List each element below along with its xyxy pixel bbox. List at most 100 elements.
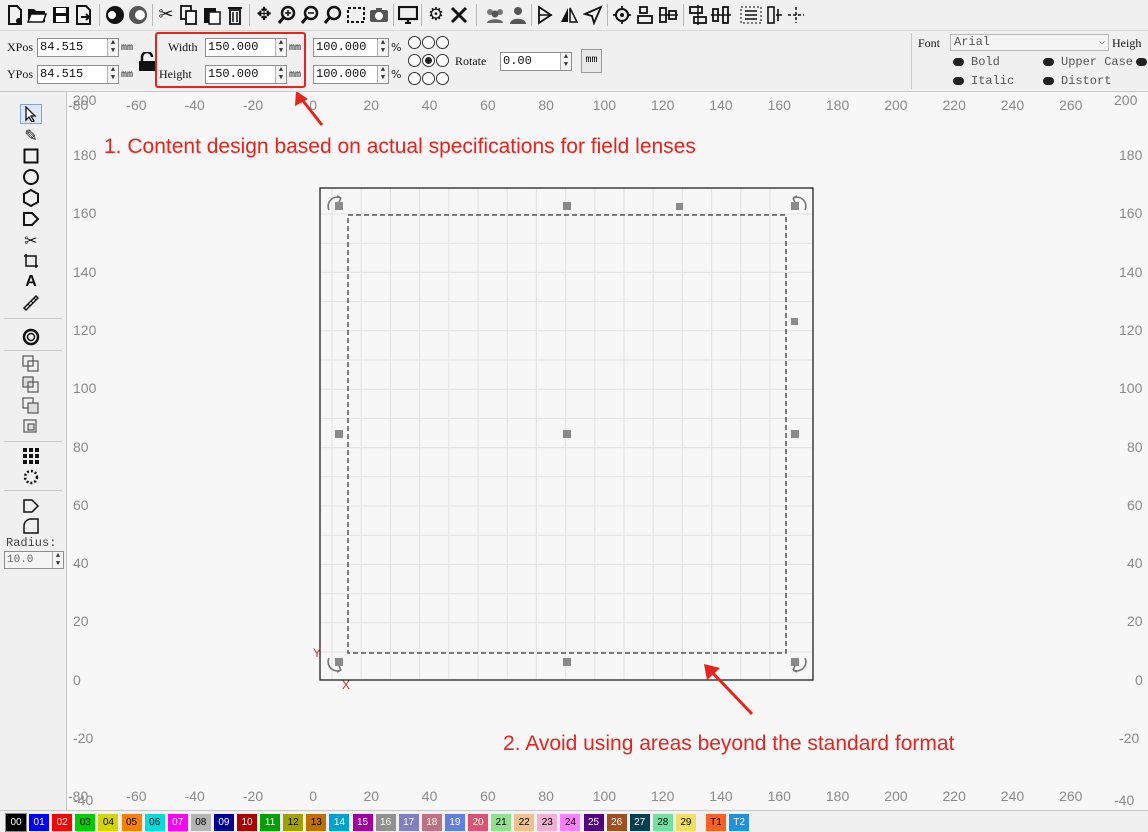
rotate-input[interactable]: 0.00 ▲ ▼ xyxy=(500,52,572,71)
palette-swatch-24[interactable]: 24 xyxy=(560,814,581,831)
new-file-icon[interactable] xyxy=(4,3,26,27)
grid-split-icon[interactable] xyxy=(764,3,786,27)
group-users-icon[interactable] xyxy=(484,3,506,27)
palette-swatch-28[interactable]: 28 xyxy=(652,814,673,831)
scale-x-input[interactable]: 100.000 ▲ ▼ xyxy=(313,38,389,57)
ypos-input[interactable]: 84.515 ▲ ▼ xyxy=(37,65,119,84)
palette-swatch-00[interactable]: 00 xyxy=(5,813,27,832)
palette-swatch-17[interactable]: 17 xyxy=(398,814,419,831)
ref-point-middle-left[interactable] xyxy=(408,54,421,67)
palette-swatch-04[interactable]: 04 xyxy=(98,814,119,831)
ref-point-bottom-left[interactable] xyxy=(408,72,421,85)
align-b-icon[interactable] xyxy=(657,3,679,27)
open-folder-icon[interactable] xyxy=(26,3,48,27)
palette-swatch-18[interactable]: 18 xyxy=(421,814,442,831)
palette-swatch-15[interactable]: 15 xyxy=(352,814,373,831)
palette-swatch-20[interactable]: 20 xyxy=(468,814,488,831)
radius-input[interactable]: 10.0 ▲ ▼ xyxy=(4,551,64,569)
distort-toggle[interactable] xyxy=(1043,77,1054,85)
array-tool-icon[interactable] xyxy=(20,446,42,466)
zoom-in-icon[interactable] xyxy=(276,3,298,27)
circle-dark-icon[interactable] xyxy=(104,3,126,27)
tools-icon[interactable] xyxy=(448,3,470,27)
pen-tool-icon[interactable]: ✎ xyxy=(20,125,42,145)
monitor-icon[interactable] xyxy=(397,3,419,27)
polygon-tool-icon[interactable] xyxy=(20,188,42,208)
crop-tool-icon[interactable] xyxy=(20,251,42,271)
camera-icon[interactable] xyxy=(368,3,390,27)
palette-swatch-29[interactable]: 29 xyxy=(675,814,696,831)
node-edit-icon[interactable] xyxy=(738,3,764,27)
width-input[interactable]: 150.000 ▲ ▼ xyxy=(205,38,287,57)
exclude-tool-icon[interactable] xyxy=(20,417,42,437)
ellipse-tool-icon[interactable] xyxy=(20,167,42,187)
select-rect-icon[interactable] xyxy=(345,3,367,27)
italic-toggle[interactable] xyxy=(953,77,964,85)
bold-toggle[interactable] xyxy=(953,58,964,66)
scale-y-spinner-arrows[interactable]: ▲ ▼ xyxy=(377,66,388,83)
palette-swatch-21[interactable]: 21 xyxy=(491,814,512,831)
rotate-spinner-arrows[interactable]: ▲ ▼ xyxy=(560,53,571,70)
zoom-window-icon[interactable] xyxy=(322,3,344,27)
ref-point-middle-right[interactable] xyxy=(436,54,449,67)
corner-tool-icon[interactable] xyxy=(20,495,42,515)
measure-tool-icon[interactable] xyxy=(20,293,42,313)
ref-point-bottom-center[interactable] xyxy=(422,72,435,85)
palette-swatch-22[interactable]: 22 xyxy=(514,814,535,831)
intersect-tool-icon[interactable] xyxy=(20,396,42,416)
palette-swatch-06[interactable]: 06 xyxy=(144,814,165,831)
scissors-tool-icon[interactable]: ✂ xyxy=(20,230,42,250)
union-tool-icon[interactable] xyxy=(20,354,42,374)
copy-icon[interactable] xyxy=(178,3,200,27)
palette-swatch-27[interactable]: 27 xyxy=(629,814,650,831)
target-icon[interactable] xyxy=(611,3,633,27)
zoom-out-icon[interactable] xyxy=(299,3,321,27)
palette-swatch-11[interactable]: 11 xyxy=(260,814,281,831)
rectangle-tool-icon[interactable] xyxy=(20,146,42,166)
distribute-b-icon[interactable] xyxy=(710,3,732,27)
paste-icon[interactable] xyxy=(201,3,223,27)
palette-swatch-14[interactable]: 14 xyxy=(329,814,350,831)
palette-swatch-10[interactable]: 10 xyxy=(237,814,257,831)
lock-ratio-icon[interactable] xyxy=(138,50,156,76)
circle-half-icon[interactable] xyxy=(127,3,149,27)
design-canvas[interactable]: -80 -60 -40 -20 0 20 40 60 80 100 120 140 160 180 200 2… xyxy=(67,92,1148,810)
cut-icon[interactable]: ✂ xyxy=(155,3,177,27)
move-icon[interactable]: ✥ xyxy=(253,3,275,27)
scale-y-input[interactable]: 100.000 ▲ ▼ xyxy=(313,65,389,84)
distribute-a-icon[interactable] xyxy=(687,3,709,27)
upper-case-toggle[interactable] xyxy=(1043,58,1054,66)
xpos-spinner-arrows[interactable]: ▲ ▼ xyxy=(107,39,118,56)
palette-swatch-16[interactable]: 16 xyxy=(375,814,396,831)
palette-swatch-01[interactable]: 01 xyxy=(29,814,50,831)
palette-swatch-13[interactable]: 13 xyxy=(306,814,327,831)
delete-icon[interactable] xyxy=(224,3,246,27)
palette-swatch-25[interactable]: 25 xyxy=(583,814,604,831)
ref-point-center[interactable] xyxy=(422,54,435,67)
text-tool-icon[interactable]: A xyxy=(20,272,42,292)
palette-swatch-23[interactable]: 23 xyxy=(537,814,558,831)
ref-point-top-left[interactable] xyxy=(408,36,421,49)
xpos-input[interactable]: 84.515 ▲ ▼ xyxy=(37,38,119,57)
font-select[interactable]: Arial ⌵ xyxy=(950,34,1109,51)
settings-icon[interactable]: ⚙ xyxy=(425,3,447,27)
subtract-tool-icon[interactable] xyxy=(20,375,42,395)
round-corner-tool-icon[interactable] xyxy=(20,516,42,536)
extra-toggle[interactable] xyxy=(1136,58,1147,66)
palette-swatch-07[interactable]: 07 xyxy=(167,814,188,831)
send-icon[interactable] xyxy=(582,3,604,27)
palette-swatch-02[interactable]: 02 xyxy=(52,814,73,831)
mirror-v-icon[interactable] xyxy=(558,3,580,27)
crosshair-icon[interactable] xyxy=(785,3,807,27)
palette-swatch-03[interactable]: 03 xyxy=(75,814,96,831)
radius-spinner-arrows[interactable]: ▲ ▼ xyxy=(52,552,63,568)
select-tool-icon[interactable] xyxy=(20,104,42,124)
save-icon[interactable] xyxy=(50,3,72,27)
align-a-icon[interactable] xyxy=(634,3,656,27)
offset-tool-icon[interactable] xyxy=(20,327,42,347)
ypos-spinner-arrows[interactable]: ▲ ▼ xyxy=(107,66,118,83)
height-spinner-arrows[interactable]: ▲ ▼ xyxy=(275,66,286,83)
mirror-h-icon[interactable] xyxy=(535,3,557,27)
palette-swatch-05[interactable]: 05 xyxy=(121,814,142,831)
palette-swatch-12[interactable]: 12 xyxy=(283,814,304,831)
